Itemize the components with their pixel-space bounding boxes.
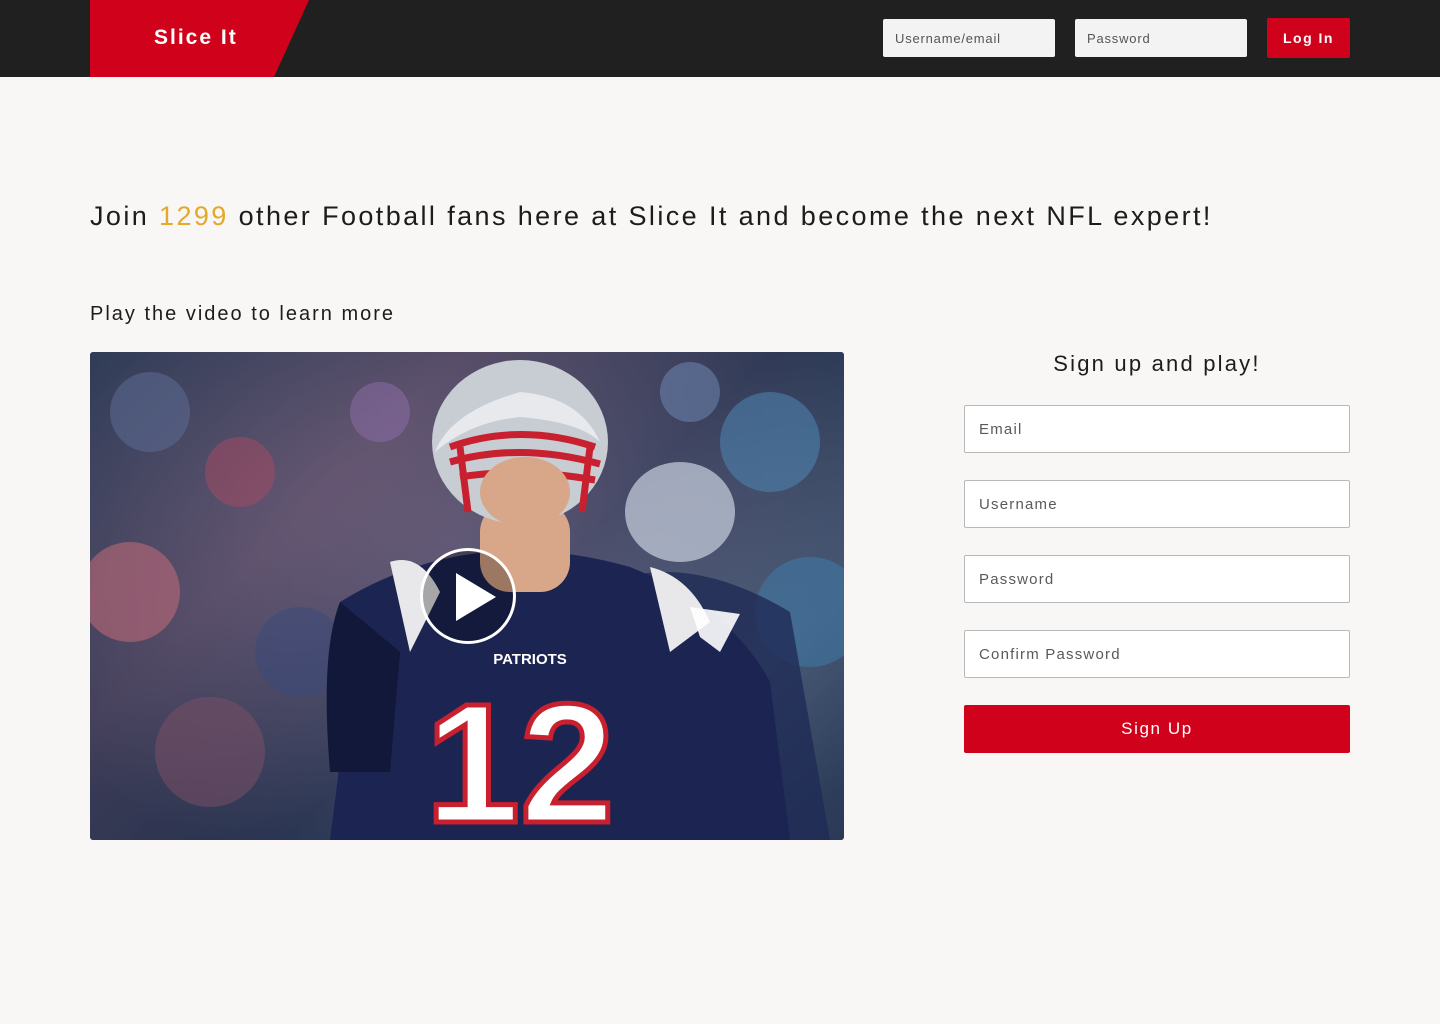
login-button[interactable]: Log In: [1267, 18, 1350, 58]
headline-suffix: other Football fans here at Slice It and…: [228, 201, 1213, 231]
login-password-input[interactable]: [1075, 19, 1247, 57]
signup-email-field[interactable]: [964, 405, 1350, 453]
signup-button[interactable]: Sign Up: [964, 705, 1350, 753]
logo-text[interactable]: Slice It: [154, 26, 238, 50]
member-count: 1299: [159, 201, 229, 231]
top-navbar: Slice It Log In: [0, 0, 1440, 77]
signup-confirm-password-field[interactable]: [964, 630, 1350, 678]
video-player[interactable]: PATRIOTS 12: [90, 352, 844, 840]
signup-username-field[interactable]: [964, 480, 1350, 528]
jersey-number: 12: [425, 669, 614, 840]
video-prompt: Play the video to learn more: [90, 303, 396, 325]
play-icon: [456, 573, 496, 621]
page-headline: Join 1299 other Football fans here at Sl…: [90, 198, 1213, 234]
jersey-text: PATRIOTS: [493, 651, 567, 668]
play-button[interactable]: [420, 548, 516, 644]
login-username-input[interactable]: [883, 19, 1055, 57]
signup-title: Sign up and play!: [1053, 351, 1261, 376]
headline-prefix: Join: [90, 201, 160, 231]
signup-password-field[interactable]: [964, 555, 1350, 603]
